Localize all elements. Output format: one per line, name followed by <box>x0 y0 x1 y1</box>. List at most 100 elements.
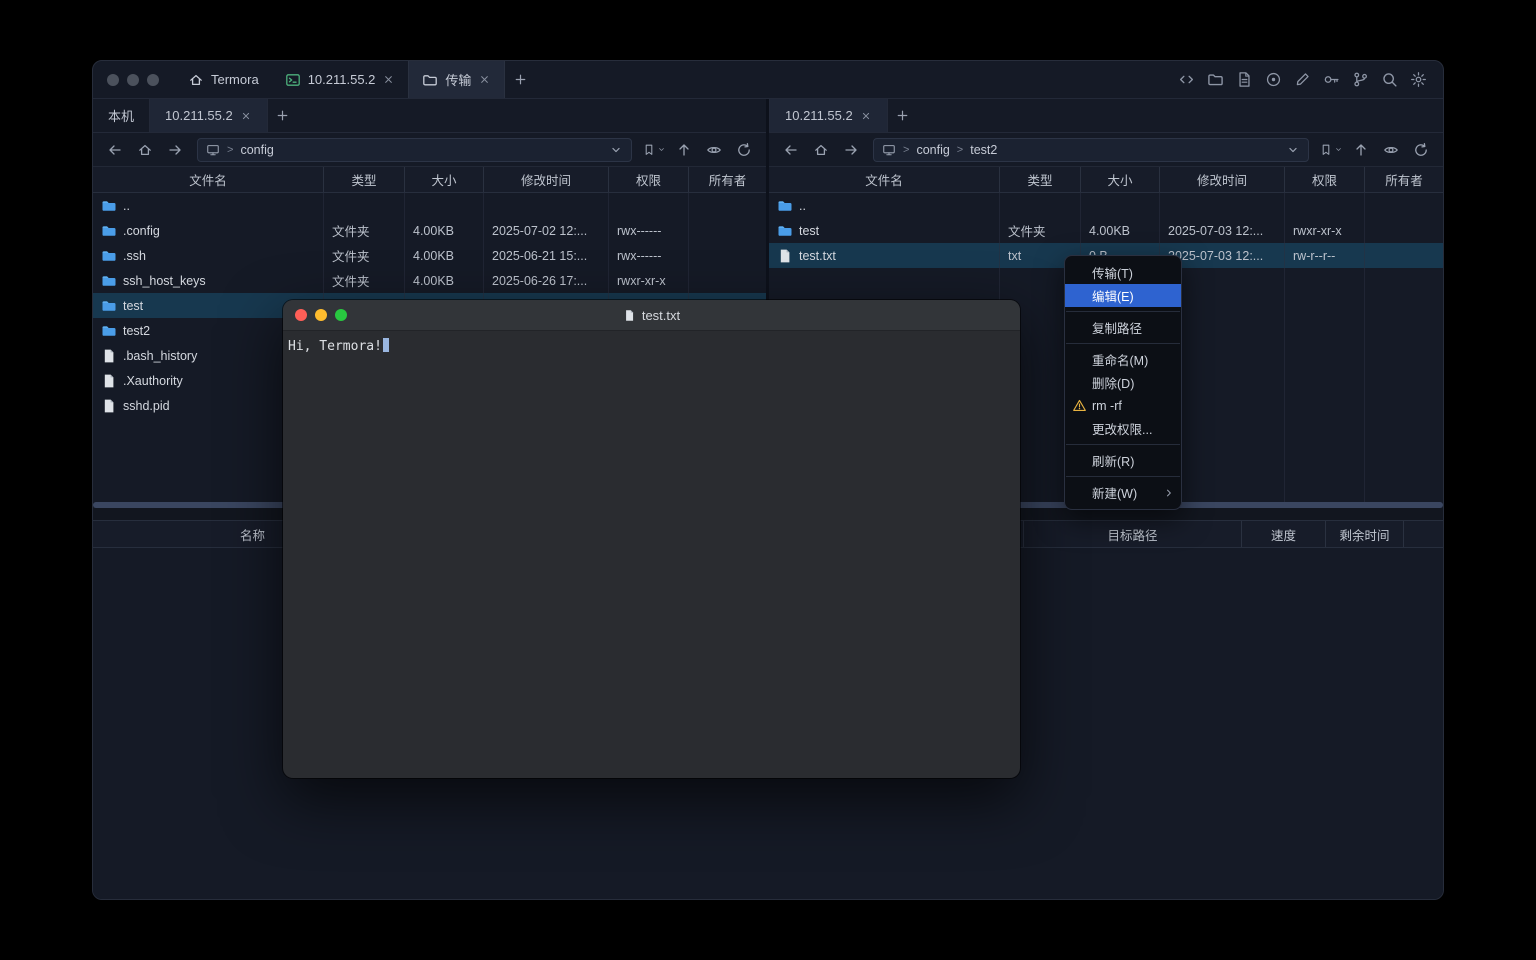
breadcrumb[interactable]: test2 <box>970 143 997 157</box>
column-header-owner[interactable]: 所有者 <box>1365 167 1443 192</box>
pane-tab-host[interactable]: 10.211.55.2 <box>149 99 268 132</box>
settings-icon[interactable] <box>1410 71 1427 88</box>
minimize-window-button[interactable] <box>127 74 139 86</box>
transfer-column-tail <box>1404 521 1443 547</box>
pane-new-tab-button[interactable] <box>888 99 918 132</box>
folder-icon <box>101 248 117 264</box>
chevron-down-icon[interactable] <box>1286 143 1300 157</box>
column-header-size[interactable]: 大小 <box>1081 167 1160 192</box>
table-row[interactable]: .ssh 文件夹 4.00KB 2025-06-21 15:... rwx---… <box>93 243 766 268</box>
editor-text: Hi, Termora! <box>288 339 382 354</box>
right-toolbar: > config > test2 <box>769 133 1443 166</box>
show-hidden-button[interactable] <box>701 138 727 162</box>
edit-icon[interactable] <box>1294 71 1311 88</box>
table-row[interactable]: ssh_host_keys 文件夹 4.00KB 2025-06-26 17:.… <box>93 268 766 293</box>
menu-item-edit[interactable]: 编辑(E) <box>1065 284 1181 307</box>
show-hidden-button[interactable] <box>1378 138 1404 162</box>
search-icon[interactable] <box>1381 71 1398 88</box>
editor-zoom-button[interactable] <box>335 309 347 321</box>
tab-home-label: Termora <box>211 72 259 87</box>
zoom-window-button[interactable] <box>147 74 159 86</box>
parent-directory-button[interactable] <box>1348 138 1374 162</box>
column-header-perm[interactable]: 权限 <box>1285 167 1365 192</box>
column-header-name[interactable]: 文件名 <box>93 167 324 192</box>
file-name: sshd.pid <box>123 399 170 413</box>
file-size: 4.00KB <box>405 243 484 268</box>
column-header-type[interactable]: 类型 <box>1000 167 1081 192</box>
tab-host-session[interactable]: 10.211.55.2 <box>272 61 409 98</box>
column-header-mtime[interactable]: 修改时间 <box>1160 167 1285 192</box>
table-row[interactable]: .. <box>769 193 1443 218</box>
transfer-column-target[interactable]: 目标路径 <box>1024 521 1242 547</box>
editor-titlebar[interactable]: test.txt <box>283 300 1020 331</box>
close-tab-icon[interactable] <box>240 110 252 122</box>
right-path-bar[interactable]: > config > test2 <box>873 138 1309 162</box>
tab-home[interactable]: Termora <box>175 61 272 98</box>
editor-content[interactable]: Hi, Termora! <box>283 331 1020 778</box>
breadcrumb[interactable]: config <box>916 143 949 157</box>
transfer-column-speed[interactable]: 速度 <box>1242 521 1326 547</box>
back-button[interactable] <box>778 138 804 162</box>
folder-icon[interactable] <box>1207 71 1224 88</box>
chevron-down-icon[interactable] <box>609 143 623 157</box>
pane-tab-host[interactable]: 10.211.55.2 <box>769 99 888 132</box>
record-icon[interactable] <box>1265 71 1282 88</box>
close-tab-icon[interactable] <box>860 110 872 122</box>
close-window-button[interactable] <box>107 74 119 86</box>
parent-directory-button[interactable] <box>671 138 697 162</box>
column-header-name[interactable]: 文件名 <box>769 167 1000 192</box>
menu-item-rename[interactable]: 重命名(M) <box>1065 348 1181 371</box>
menu-item-rm-rf[interactable]: rm -rf <box>1065 394 1181 417</box>
file-mtime: 2025-07-02 12:... <box>484 218 609 243</box>
home-button[interactable] <box>808 138 834 162</box>
left-path-bar[interactable]: > config <box>197 138 632 162</box>
table-row[interactable]: .config 文件夹 4.00KB 2025-07-02 12:... rwx… <box>93 218 766 243</box>
breadcrumb[interactable]: config <box>240 143 273 157</box>
breadcrumb-separator: > <box>903 144 909 156</box>
menu-item-delete[interactable]: 删除(D) <box>1065 371 1181 394</box>
menu-item-new[interactable]: 新建(W) <box>1065 481 1181 504</box>
close-tab-icon[interactable] <box>382 73 395 86</box>
folder-icon <box>101 273 117 289</box>
file-icon <box>101 348 117 364</box>
menu-item-copy-path[interactable]: 复制路径 <box>1065 316 1181 339</box>
log-icon[interactable] <box>1236 71 1253 88</box>
folder-icon <box>101 298 117 314</box>
column-header-type[interactable]: 类型 <box>324 167 405 192</box>
bookmark-icon <box>1319 143 1333 157</box>
forward-button[interactable] <box>162 138 188 162</box>
transfer-column-eta[interactable]: 剩余时间 <box>1326 521 1404 547</box>
terminal-icon <box>285 72 301 88</box>
column-header-mtime[interactable]: 修改时间 <box>484 167 609 192</box>
folder-icon <box>101 323 117 339</box>
editor-close-button[interactable] <box>295 309 307 321</box>
forward-button[interactable] <box>838 138 864 162</box>
file-name: test.txt <box>799 249 836 263</box>
table-row[interactable]: test 文件夹 4.00KB 2025-07-03 12:... rwxr-x… <box>769 218 1443 243</box>
refresh-button[interactable] <box>731 138 757 162</box>
branch-icon[interactable] <box>1352 71 1369 88</box>
column-header-perm[interactable]: 权限 <box>609 167 689 192</box>
refresh-button[interactable] <box>1408 138 1434 162</box>
menu-item-transfer[interactable]: 传输(T) <box>1065 261 1181 284</box>
pane-new-tab-button[interactable] <box>268 99 298 132</box>
code-icon[interactable] <box>1178 71 1195 88</box>
new-tab-button[interactable] <box>505 61 535 98</box>
menu-item-chmod[interactable]: 更改权限... <box>1065 417 1181 440</box>
bookmark-button[interactable] <box>1318 138 1344 162</box>
pane-tab-local[interactable]: 本机 <box>93 99 149 132</box>
back-button[interactable] <box>102 138 128 162</box>
home-button[interactable] <box>132 138 158 162</box>
folder-icon <box>777 223 793 239</box>
editor-minimize-button[interactable] <box>315 309 327 321</box>
file-owner <box>689 268 766 293</box>
table-row[interactable]: .. <box>93 193 766 218</box>
column-header-owner[interactable]: 所有者 <box>689 167 766 192</box>
column-header-size[interactable]: 大小 <box>405 167 484 192</box>
key-icon[interactable] <box>1323 71 1340 88</box>
close-tab-icon[interactable] <box>478 73 491 86</box>
left-pane-tabs: 本机 10.211.55.2 <box>93 99 766 133</box>
bookmark-button[interactable] <box>641 138 667 162</box>
tab-transfer[interactable]: 传输 <box>408 61 505 98</box>
menu-item-refresh[interactable]: 刷新(R) <box>1065 449 1181 472</box>
